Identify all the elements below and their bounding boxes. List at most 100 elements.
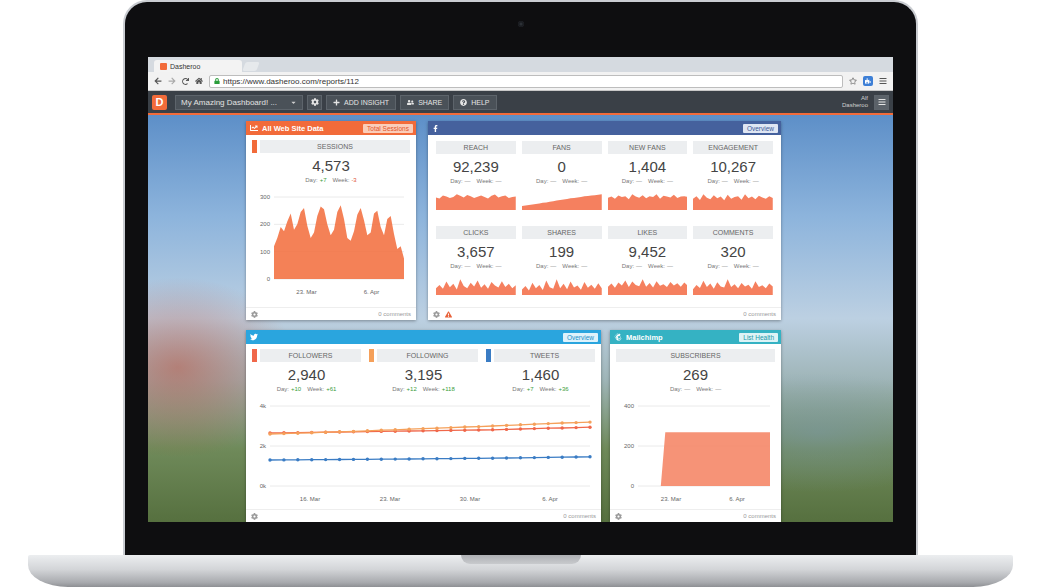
data-point[interactable] <box>282 432 285 435</box>
data-point[interactable] <box>296 458 299 461</box>
data-point[interactable] <box>505 456 508 459</box>
lock-icon <box>214 78 220 84</box>
data-point[interactable] <box>268 431 271 434</box>
data-point[interactable] <box>533 423 536 426</box>
comments-link[interactable]: 0 comments <box>743 513 776 519</box>
data-point[interactable] <box>533 456 536 459</box>
data-point[interactable] <box>352 430 355 433</box>
forward-arrow-icon[interactable] <box>168 77 176 85</box>
home-icon[interactable] <box>195 77 203 85</box>
data-point[interactable] <box>366 429 369 432</box>
settings-button[interactable] <box>307 95 322 110</box>
widget-badge[interactable]: Overview <box>563 333 598 342</box>
data-point[interactable] <box>505 428 508 431</box>
data-point[interactable] <box>268 432 271 435</box>
data-point[interactable] <box>560 456 563 459</box>
settings-gear-icon[interactable] <box>251 311 258 318</box>
data-point[interactable] <box>310 458 313 461</box>
data-point[interactable] <box>505 424 508 427</box>
data-point[interactable] <box>421 457 424 460</box>
data-point[interactable] <box>296 431 299 434</box>
user-name[interactable]: AlfDasheroo <box>842 95 868 109</box>
data-point[interactable] <box>477 425 480 428</box>
data-point[interactable] <box>394 428 397 431</box>
data-point[interactable] <box>588 455 591 458</box>
data-point[interactable] <box>574 426 577 429</box>
data-point[interactable] <box>338 430 341 433</box>
dashboard-select[interactable]: My Amazing Dashboard! ... <box>175 95 303 110</box>
data-point[interactable] <box>533 427 536 430</box>
data-point[interactable] <box>560 426 563 429</box>
widget-badge[interactable]: Total Sessions <box>363 124 413 133</box>
data-point[interactable] <box>491 457 494 460</box>
data-point[interactable] <box>574 455 577 458</box>
data-point[interactable] <box>324 431 327 434</box>
data-point[interactable] <box>366 458 369 461</box>
data-point[interactable] <box>407 428 410 431</box>
data-point[interactable] <box>463 457 466 460</box>
comments-link[interactable]: 0 comments <box>378 311 411 317</box>
data-point[interactable] <box>588 420 591 423</box>
week-change: — <box>667 177 673 186</box>
data-point[interactable] <box>338 430 341 433</box>
comments-link[interactable]: 0 comments <box>563 513 596 519</box>
data-point[interactable] <box>380 458 383 461</box>
new-tab-button[interactable] <box>242 62 259 71</box>
extension-button[interactable] <box>863 76 873 86</box>
settings-gear-icon[interactable] <box>433 311 440 318</box>
data-point[interactable] <box>296 432 299 435</box>
data-point[interactable] <box>352 430 355 433</box>
help-button[interactable]: HELP <box>453 95 496 110</box>
week-label: Week: <box>562 262 579 271</box>
data-point[interactable] <box>380 429 383 432</box>
back-arrow-icon[interactable] <box>154 77 162 85</box>
data-point[interactable] <box>560 421 563 424</box>
data-point[interactable] <box>588 426 591 429</box>
data-point[interactable] <box>547 427 550 430</box>
add-button[interactable]: ADD INSIGHT <box>326 95 396 110</box>
data-point[interactable] <box>421 427 424 430</box>
data-point[interactable] <box>491 424 494 427</box>
bookmark-star-icon[interactable] <box>849 77 857 85</box>
url-field[interactable]: https://www.dasheroo.com/reports/112 <box>209 75 843 88</box>
data-point[interactable] <box>338 458 341 461</box>
data-point[interactable] <box>449 457 452 460</box>
reload-icon[interactable] <box>182 78 189 85</box>
data-point[interactable] <box>435 427 438 430</box>
data-point[interactable] <box>477 457 480 460</box>
settings-gear-icon[interactable] <box>615 513 622 520</box>
app-menu-button[interactable] <box>874 95 889 110</box>
browser-menu-icon[interactable] <box>879 77 887 85</box>
data-point[interactable] <box>463 429 466 432</box>
data-point[interactable] <box>491 428 494 431</box>
data-point[interactable] <box>519 427 522 430</box>
dasheroo-logo[interactable]: D <box>152 95 167 110</box>
share-button[interactable]: SHARE <box>400 95 449 110</box>
data-point[interactable] <box>310 431 313 434</box>
data-point[interactable] <box>282 458 285 461</box>
warning-icon[interactable] <box>445 311 452 318</box>
data-point[interactable] <box>547 422 550 425</box>
widget-badge[interactable]: List Health <box>739 333 778 342</box>
data-point[interactable] <box>394 457 397 460</box>
data-point[interactable] <box>463 425 466 428</box>
data-point[interactable] <box>519 423 522 426</box>
browser-tab[interactable]: Dasheroo <box>154 60 242 72</box>
data-point[interactable] <box>519 456 522 459</box>
data-point[interactable] <box>407 457 410 460</box>
data-point[interactable] <box>268 458 271 461</box>
data-point[interactable] <box>352 458 355 461</box>
data-point[interactable] <box>366 430 369 433</box>
data-point[interactable] <box>282 431 285 434</box>
data-point[interactable] <box>547 456 550 459</box>
data-point[interactable] <box>477 428 480 431</box>
data-point[interactable] <box>435 457 438 460</box>
comments-link[interactable]: 0 comments <box>743 311 776 317</box>
widget-badge[interactable]: Overview <box>743 124 778 133</box>
data-point[interactable] <box>574 421 577 424</box>
data-point[interactable] <box>449 426 452 429</box>
data-point[interactable] <box>310 431 313 434</box>
data-point[interactable] <box>324 458 327 461</box>
data-point[interactable] <box>324 431 327 434</box>
settings-gear-icon[interactable] <box>251 513 258 520</box>
